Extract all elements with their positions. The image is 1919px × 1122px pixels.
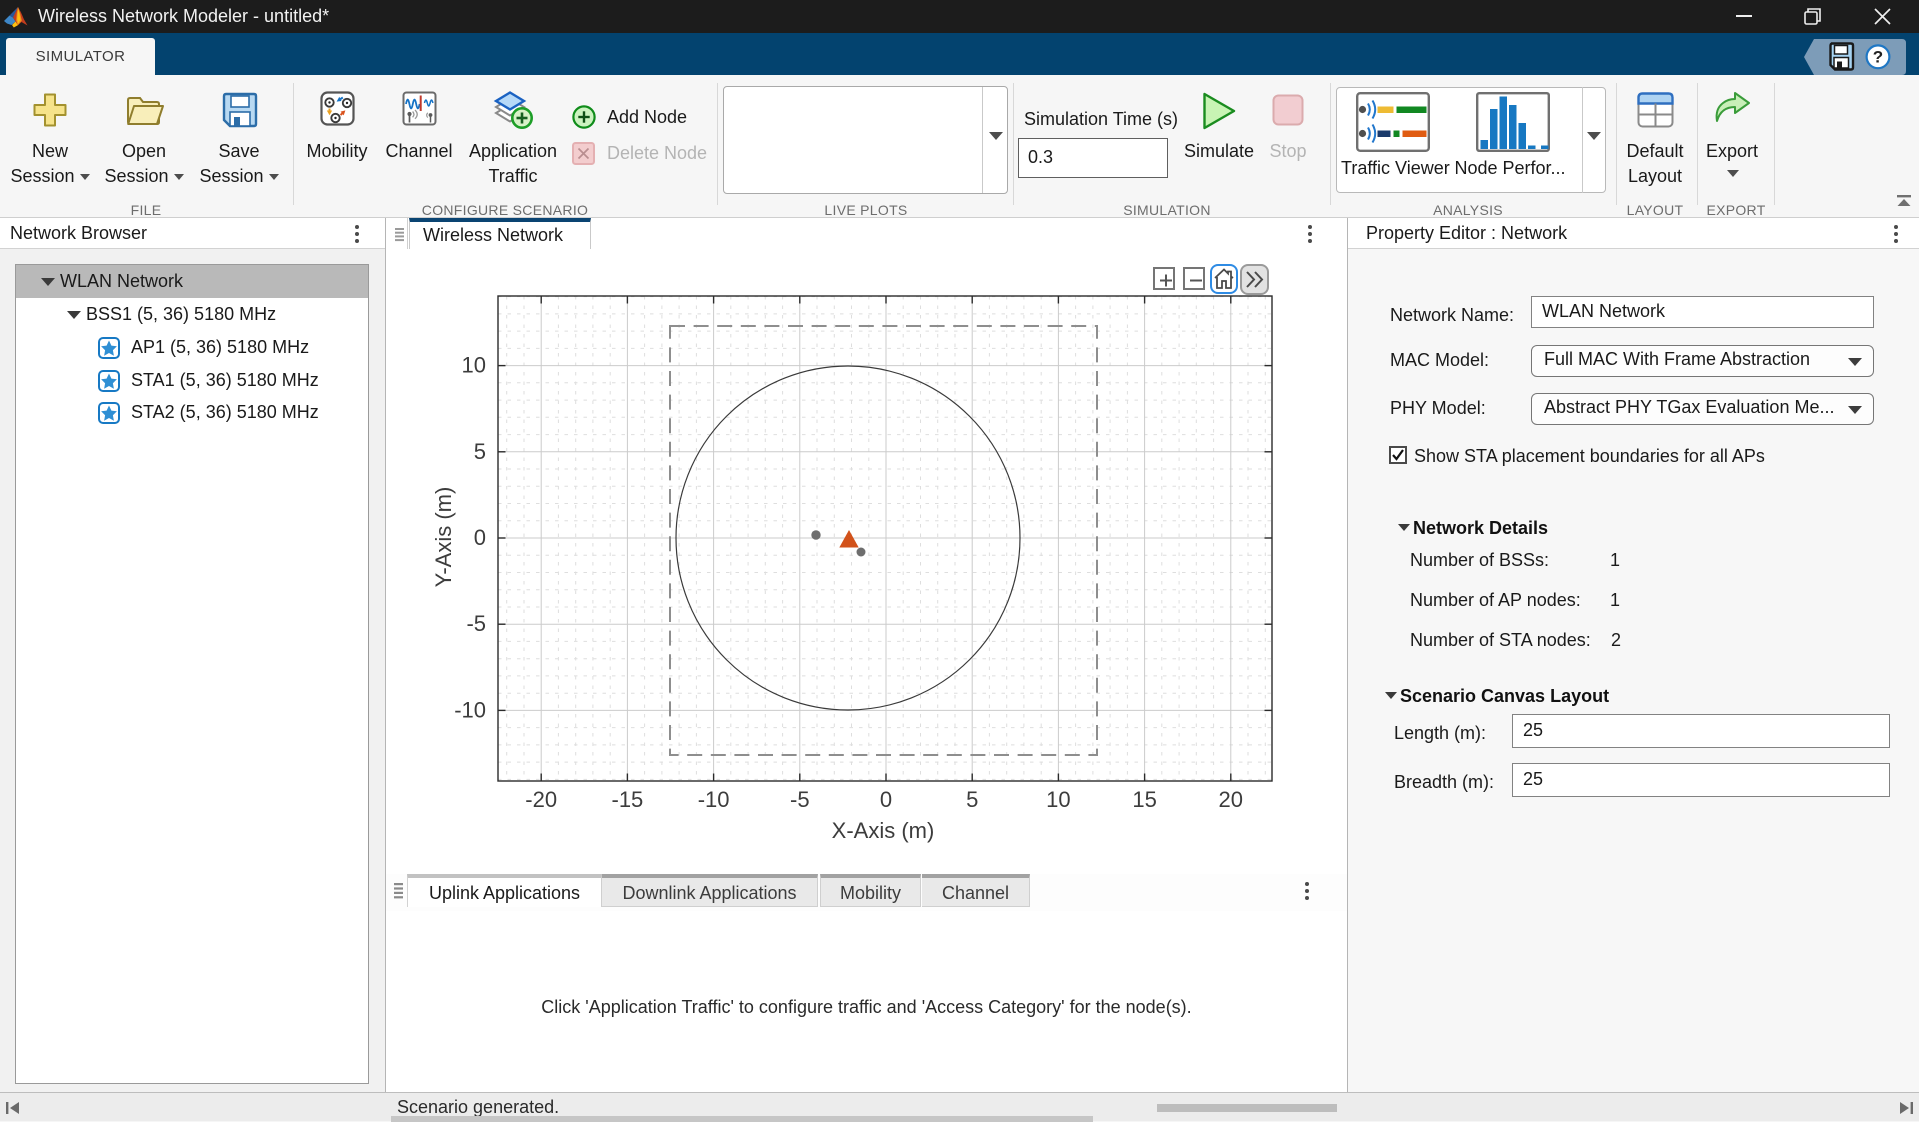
svg-text:15: 15 [1132, 787, 1156, 812]
svg-text:-10: -10 [454, 697, 486, 722]
svg-text:-5: -5 [466, 611, 486, 636]
svg-text:Y-Axis (m): Y-Axis (m) [431, 487, 456, 588]
svg-text:-20: -20 [525, 787, 557, 812]
svg-text:X-Axis (m): X-Axis (m) [832, 818, 935, 843]
svg-text:5: 5 [966, 787, 978, 812]
svg-text:20: 20 [1219, 787, 1243, 812]
svg-text:5: 5 [474, 439, 486, 464]
svg-text:-10: -10 [698, 787, 730, 812]
svg-text:?: ? [1873, 48, 1883, 67]
svg-text:10: 10 [462, 353, 486, 378]
svg-text:-15: -15 [612, 787, 644, 812]
svg-text:0: 0 [474, 525, 486, 550]
svg-text:10: 10 [1046, 787, 1070, 812]
svg-text:0: 0 [880, 787, 892, 812]
svg-text:-5: -5 [790, 787, 810, 812]
